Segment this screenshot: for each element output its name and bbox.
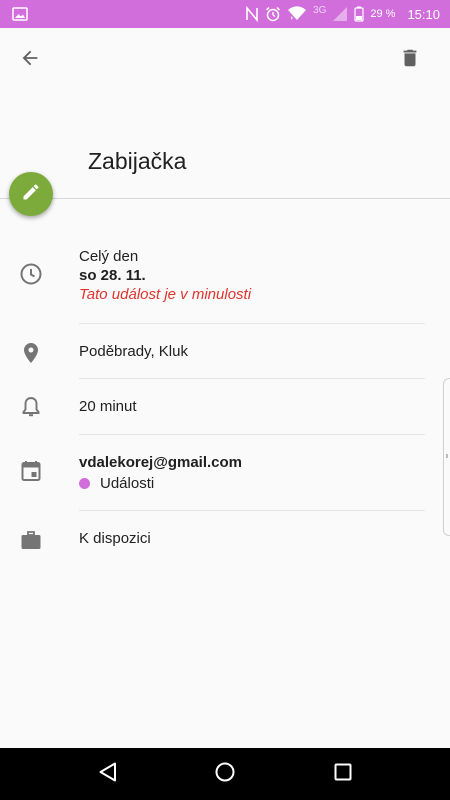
- battery-icon: [354, 6, 364, 22]
- calendar-details: vdalekorej@gmail.com Události: [79, 453, 242, 493]
- location-pin-icon: [19, 341, 43, 365]
- edge-panel-handle[interactable]: [443, 378, 450, 536]
- battery-percent: 29 %: [370, 8, 396, 20]
- event-detail-screen: 3G 29 % 15:10 Zabijačka Celý den so 28. …: [0, 0, 450, 800]
- status-icons: 3G 29 % 15:10: [245, 0, 440, 28]
- nfc-icon: [245, 6, 259, 22]
- reminder-row: 20 minut: [0, 379, 450, 434]
- navigation-bar: [0, 748, 450, 800]
- network-type-label: 3G: [313, 4, 327, 16]
- wifi-icon: [287, 6, 307, 22]
- calendar-name-line: Události: [79, 474, 242, 493]
- home-circle-icon: [214, 761, 236, 788]
- alarm-icon: [265, 6, 281, 22]
- back-triangle-icon: [97, 761, 119, 788]
- all-day-label: Celý den: [79, 248, 139, 265]
- reminder-text: 20 minut: [79, 398, 137, 415]
- calendar-name: Události: [100, 475, 155, 492]
- handle-grip: [446, 454, 448, 458]
- bell-icon: [19, 395, 43, 419]
- arrow-back-icon: [19, 47, 41, 74]
- calendar-icon: [19, 459, 43, 483]
- nav-recents-button[interactable]: [329, 760, 357, 788]
- calendar-color-dot: [79, 478, 90, 489]
- recents-square-icon: [332, 761, 354, 788]
- calendar-account: vdalekorej@gmail.com: [79, 454, 243, 471]
- status-bar: 3G 29 % 15:10: [0, 0, 450, 28]
- nav-back-button[interactable]: [94, 760, 122, 788]
- event-date: so 28. 11.: [79, 267, 146, 284]
- time-details: Celý den so 28. 11. Tato událost je v mi…: [79, 247, 251, 304]
- pencil-icon: [21, 182, 41, 207]
- clock-time: 15:10: [407, 6, 440, 22]
- time-row: Celý den so 28. 11. Tato událost je v mi…: [0, 245, 450, 323]
- past-event-notice: Tato událost je v minulosti: [79, 286, 252, 303]
- edit-event-button[interactable]: [9, 172, 53, 216]
- location-text: Poděbrady, Kluk: [79, 343, 188, 360]
- trash-icon: [399, 47, 421, 74]
- event-header: Zabijačka: [0, 28, 450, 199]
- delete-button[interactable]: [394, 44, 426, 76]
- image-icon: [12, 6, 28, 22]
- back-button[interactable]: [14, 44, 46, 76]
- calendar-row: vdalekorej@gmail.com Události: [0, 435, 450, 510]
- briefcase-icon: [19, 528, 43, 552]
- location-row[interactable]: Poděbrady, Kluk: [0, 324, 450, 378]
- signal-icon: [332, 6, 348, 22]
- nav-home-button[interactable]: [211, 760, 239, 788]
- availability-text: K dispozici: [79, 530, 151, 547]
- event-title: Zabijačka: [88, 148, 187, 174]
- availability-row: K dispozici: [0, 511, 450, 567]
- clock-icon: [19, 262, 43, 286]
